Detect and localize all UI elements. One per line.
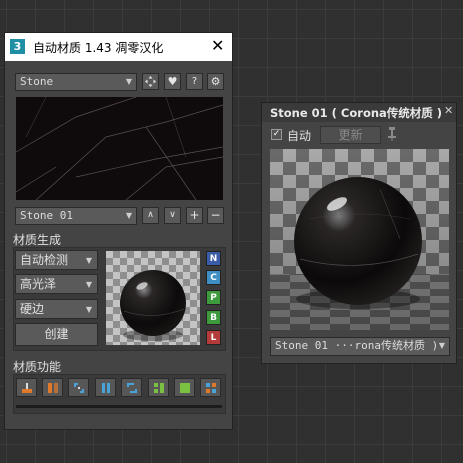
slot-up-button[interactable]: ∧: [142, 207, 159, 224]
progress-bar: [16, 405, 222, 408]
edge-mode-dropdown[interactable]: 硬边 ▼: [15, 299, 98, 319]
app-icon: 3: [10, 39, 25, 54]
columns-icon: [101, 383, 110, 393]
help-button[interactable]: ?: [186, 73, 203, 90]
move-button[interactable]: [142, 73, 159, 90]
quad-icon: [205, 383, 216, 393]
window-titlebar: 3 自动材质 1.43 凋零汉化 ✕: [5, 33, 232, 61]
heart-icon: ♥: [167, 75, 178, 88]
chevron-down-icon: ▼: [85, 305, 92, 314]
function-button-2[interactable]: [42, 378, 63, 397]
function-button-8[interactable]: [200, 378, 221, 397]
preview-slot-value: Stone 01 ···rona传统材质 ): [275, 339, 439, 352]
preview-title: Stone 01 ( Corona传统材质 ): [270, 106, 443, 120]
import-icon: [21, 383, 32, 393]
settings-button[interactable]: ⚙: [207, 73, 224, 90]
update-button[interactable]: 更新: [320, 126, 381, 144]
map-button-n[interactable]: N: [206, 251, 221, 266]
preview-slot-dropdown[interactable]: Stone 01 ···rona传统材质 ) ▼: [270, 337, 450, 356]
function-button-4[interactable]: [95, 378, 116, 397]
create-button[interactable]: 创建: [15, 323, 98, 346]
favorite-button[interactable]: ♥: [164, 73, 181, 90]
close-icon[interactable]: ✕: [444, 104, 453, 117]
slot-down-button[interactable]: ∨: [164, 207, 181, 224]
move-icon: [145, 76, 156, 87]
material-preset-value: Stone: [20, 75, 54, 88]
auto-label: 自动: [287, 129, 312, 143]
function-button-7[interactable]: [174, 378, 195, 397]
close-icon[interactable]: ✕: [211, 37, 224, 55]
chevron-down-icon: ▼: [85, 256, 92, 265]
swap-icon: [126, 383, 137, 393]
grid-icon: [153, 383, 164, 393]
help-icon: ?: [191, 76, 198, 87]
map-button-l[interactable]: L: [206, 330, 221, 345]
plus-icon: +: [189, 208, 200, 222]
edge-mode-value: 硬边: [20, 302, 45, 316]
detect-mode-dropdown[interactable]: 自动检测 ▼: [15, 250, 98, 270]
map-button-c[interactable]: C: [206, 270, 221, 285]
section-generate-label: 材质生成: [13, 233, 62, 247]
material-slot-dropdown[interactable]: Stone 01 ▼: [15, 207, 137, 225]
material-preview-window: Stone 01 ( Corona传统材质 ) ✕ ✓ 自动 更新 Stone …: [261, 102, 457, 364]
material-texture-preview: [16, 97, 223, 200]
chevron-down-icon: ▼: [438, 341, 445, 350]
section-functions-label: 材质功能: [13, 360, 62, 374]
minus-icon: −: [210, 208, 221, 222]
pin-icon[interactable]: [387, 127, 397, 144]
check-icon: ✓: [272, 129, 281, 139]
function-button-5[interactable]: [121, 378, 142, 397]
preview-titlebar: Stone 01 ( Corona传统材质 ) ✕: [262, 103, 456, 122]
chevron-down-icon: ▼: [125, 211, 132, 220]
window-title: 自动材质 1.43 凋零汉化: [33, 41, 164, 55]
add-slot-button[interactable]: +: [186, 207, 203, 224]
gloss-mode-dropdown[interactable]: 高光泽 ▼: [15, 274, 98, 294]
chevron-down-icon: ▼: [85, 280, 92, 289]
material-render-preview: [270, 149, 449, 330]
map-button-b[interactable]: B: [206, 310, 221, 325]
function-button-3[interactable]: [68, 378, 89, 397]
function-button-1[interactable]: [16, 378, 37, 397]
chevron-down-icon: ▼: [125, 77, 132, 86]
material-preset-dropdown[interactable]: Stone ▼: [15, 73, 137, 91]
settings-icon: ⚙: [210, 75, 221, 88]
corners-icon: [73, 383, 84, 393]
map-button-p[interactable]: P: [206, 290, 221, 305]
material-sphere-thumbnail: [106, 251, 200, 345]
function-button-6[interactable]: [148, 378, 169, 397]
detect-mode-value: 自动检测: [20, 253, 69, 267]
auto-checkbox[interactable]: ✓: [271, 129, 282, 140]
remove-slot-button[interactable]: −: [207, 207, 224, 224]
fill-square-icon: [179, 383, 190, 393]
material-slot-value: Stone 01: [20, 209, 73, 222]
chevron-down-icon: ∨: [169, 210, 176, 220]
gloss-mode-value: 高光泽: [20, 277, 57, 291]
chevron-up-icon: ∧: [147, 210, 154, 220]
auto-material-window: 3 自动材质 1.43 凋零汉化 ✕ Stone ▼ ♥ ? ⚙ Stone 0…: [4, 32, 233, 430]
split-icon: [47, 383, 58, 393]
